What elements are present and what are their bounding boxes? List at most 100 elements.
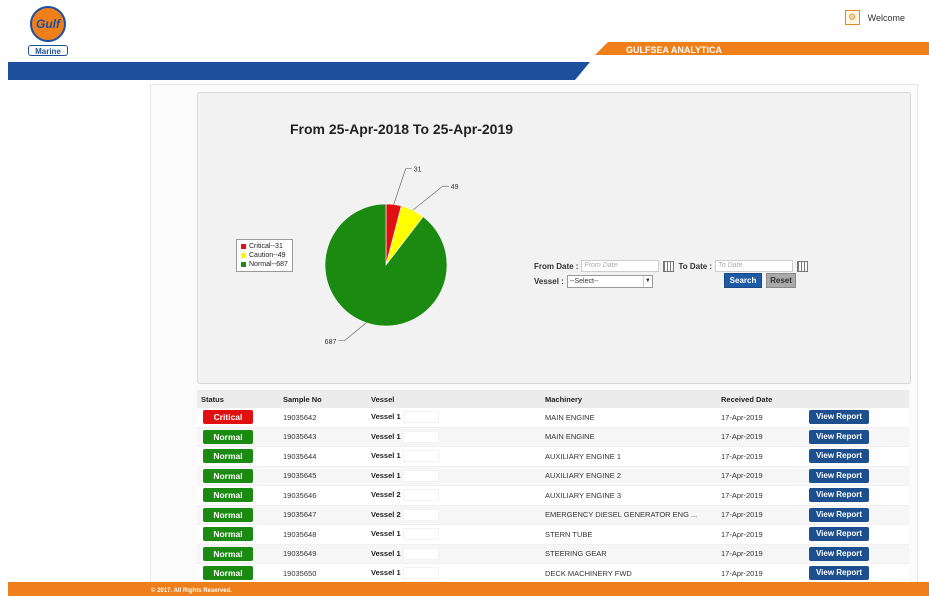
to-date-input[interactable]: To Date [715,260,794,272]
data-label: 687 [325,339,337,346]
legend-label: Caution--49 [249,252,286,259]
received-date-cell: 17-Apr-2019 [721,568,763,578]
received-date-cell: 17-Apr-2019 [721,412,763,422]
sample-no-cell: 19035650 [283,568,317,578]
table-row: Normal 19035649 Vessel 1 STEERING GEAR 17-Ap… [197,544,909,564]
machinery-cell: MAIN ENGINE [545,432,595,442]
status-badge: Normal [203,566,253,581]
status-badge: Normal [203,468,253,483]
status-cell: Normal [197,468,283,483]
view-report-button[interactable]: View Report [809,566,869,581]
logo-emblem: Gulf [30,6,66,42]
machinery-cell: EMERGENCY DIESEL GENERATOR ENG ... [545,510,698,520]
status-badge: Normal [203,488,253,503]
status-cell: Normal [197,429,283,444]
table-row: Normal 19035650 Vessel 1 DECK MACHINERY FWD… [197,564,909,582]
logo-text: Gulf [36,17,60,31]
action-cell: View Report [809,527,909,542]
from-calendar-icon[interactable] [663,260,675,272]
vessel-cell: Vessel 1 [371,567,545,580]
vessel-cell: Vessel 1 [371,411,545,424]
status-badge: Normal [203,546,253,561]
vessel-cell: Vessel 1 [371,547,545,560]
action-cell: View Report [809,449,909,464]
legend-label: Normal--687 [249,261,288,268]
sample-no-cell: 19035648 [283,529,317,539]
table-row: Normal 19035647 Vessel 2 EMERGENCY DIESEL G… [197,505,909,525]
table-row: Critical 19035642 Vessel 1 MAIN ENGINE 17-Ap… [197,408,909,428]
status-cell: Normal [197,488,283,503]
pie-slice-normal [324,203,448,327]
table-row: Normal 19035644 Vessel 1 AUXILIARY ENGINE 1… [197,447,909,467]
legend-swatch [241,253,246,258]
machinery-cell: AUXILIARY ENGINE 3 [545,490,622,500]
chart-legend: Critical--31 Caution--49 Normal--687 [236,239,293,272]
machinery-cell: AUXILIARY ENGINE 2 [545,471,622,481]
vessel-select[interactable]: --Select-- ▼ [566,275,653,288]
table-header: Status Sample No Vessel Machinery Receiv… [197,390,909,408]
legend-item: Normal--687 [241,260,288,269]
received-date-cell: 17-Apr-2019 [721,451,763,461]
view-report-button[interactable]: View Report [809,488,869,503]
sample-no-cell: 19035645 [283,471,317,481]
vessel-filter-row: Vessel : --Select-- ▼ [534,275,653,288]
vessel-name: Vessel 1 [371,412,401,422]
reset-button[interactable]: Reset [766,273,796,288]
from-date-label: From Date : [534,261,579,271]
view-report-button[interactable]: View Report [809,527,869,542]
footer: © 2017. All Rights Reserved. [8,582,929,596]
column-header: Sample No [283,394,322,404]
legend-item: Caution--49 [241,251,288,260]
user-settings-icon[interactable]: ⚙ [844,10,860,25]
vessel-cell: Vessel 1 [371,528,545,541]
data-label-leader [338,322,367,342]
vessel-name: Vessel 1 [371,451,401,461]
to-date-label: To Date : [678,261,713,271]
legend-label: Critical--31 [249,243,283,250]
vessel-name: Vessel 1 [371,548,401,558]
status-cell: Normal [197,546,283,561]
chart-panel: From 25-Apr-2018 To 25-Apr-2019 31 49 687 … [197,92,911,384]
machinery-cell: STERN TUBE [545,529,593,539]
status-cell: Normal [197,566,283,581]
redacted-box [402,450,439,463]
status-badge: Normal [203,527,253,542]
sample-no-cell: 19035646 [283,490,317,500]
vessel-label: Vessel : [534,277,564,286]
vessel-name: Vessel 2 [371,490,401,500]
table-row: Normal 19035643 Vessel 1 MAIN ENGINE 17-Apr-… [197,427,909,447]
data-label: 31 [414,166,422,173]
vessel-name: Vessel 1 [371,568,401,578]
machinery-cell: DECK MACHINERY FWD [545,568,632,578]
view-report-button[interactable]: View Report [809,507,869,522]
received-date-cell: 17-Apr-2019 [721,432,763,442]
to-calendar-icon[interactable] [797,260,809,272]
machinery-cell: AUXILIARY ENGINE 1 [545,451,622,461]
status-cell: Normal [197,507,283,522]
action-cell: View Report [809,546,909,561]
view-report-button[interactable]: View Report [809,429,869,444]
received-date-cell: 17-Apr-2019 [721,510,763,520]
welcome-text: Welcome [867,12,905,23]
header-banner [8,42,929,80]
action-cell: View Report [809,429,909,444]
view-report-button[interactable]: View Report [809,410,869,425]
view-report-button[interactable]: View Report [809,468,869,483]
data-label-leader [393,168,412,205]
sample-no-cell: 19035642 [283,412,317,422]
redacted-box [402,547,439,560]
view-report-button[interactable]: View Report [809,449,869,464]
from-date-input[interactable]: From Date [581,260,660,272]
search-button[interactable]: Search [724,273,762,288]
received-date-cell: 17-Apr-2019 [721,490,763,500]
vessel-name: Vessel 1 [371,431,401,441]
redacted-box [402,567,439,580]
status-cell: Critical [197,410,283,425]
redacted-box [402,430,439,443]
column-header: Status [201,394,224,404]
vessel-cell: Vessel 1 [371,430,545,443]
sample-no-cell: 19035644 [283,451,317,461]
status-cell: Normal [197,449,283,464]
view-report-button[interactable]: View Report [809,546,869,561]
action-cell: View Report [809,410,909,425]
